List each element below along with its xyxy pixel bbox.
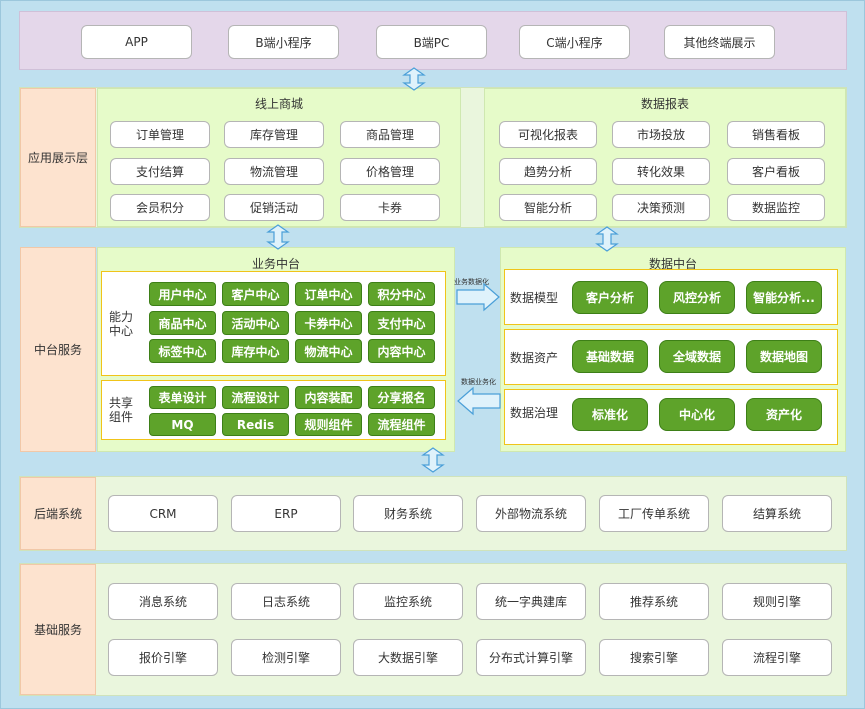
shared-process-design: 流程设计 [222, 386, 289, 409]
backend-erp: ERP [231, 495, 341, 532]
shared-components-label: 共享 组件 [104, 386, 138, 434]
asset-global-data: 全域数据 [659, 340, 735, 373]
foundation-rule-engine: 规则引擎 [722, 583, 832, 620]
foundation-bigdata-engine: 大数据引擎 [353, 639, 463, 676]
foundation-search-engine: 搜索引擎 [599, 639, 709, 676]
foundation-quote-engine: 报价引擎 [108, 639, 218, 676]
terminal-c-miniprogram: C端小程序 [519, 25, 630, 59]
shared-content-assembly: 内容装配 [295, 386, 362, 409]
report-visualization: 可视化报表 [499, 121, 597, 148]
terminal-app: APP [81, 25, 192, 59]
model-risk-analysis: 风控分析 [659, 281, 735, 314]
shared-form-design: 表单设计 [149, 386, 216, 409]
shared-rule-component: 规则组件 [295, 413, 362, 436]
backend-finance: 财务系统 [353, 495, 463, 532]
mall-logistics-management: 物流管理 [224, 158, 324, 185]
foundation-detection-engine: 检测引擎 [231, 639, 341, 676]
mall-inventory-management: 库存管理 [224, 121, 324, 148]
foundation-process-engine: 流程引擎 [722, 639, 832, 676]
arrow-business-to-data [456, 282, 500, 312]
data-model-label: 数据模型 [510, 290, 559, 305]
mall-member-points: 会员积分 [110, 194, 210, 221]
cap-tag-center: 标签中心 [149, 339, 216, 363]
foundation-recommend: 推荐系统 [599, 583, 709, 620]
cap-order-center: 订单中心 [295, 282, 362, 306]
cap-logistics-center: 物流中心 [295, 339, 362, 363]
report-smart-analysis: 智能分析 [499, 194, 597, 221]
model-smart-analysis: 智能分析... [746, 281, 822, 314]
governance-standardize: 标准化 [572, 398, 648, 431]
asset-basic-data: 基础数据 [572, 340, 648, 373]
arrow-terminals-presentation [402, 67, 426, 91]
backend-crm: CRM [108, 495, 218, 532]
flow-label-data-to-business: 数据业务化 [461, 378, 496, 386]
cap-inventory-center: 库存中心 [222, 339, 289, 363]
arrow-mall-business [266, 224, 290, 250]
shared-mq: MQ [149, 413, 216, 436]
cap-activity-center: 活动中心 [222, 311, 289, 335]
governance-centralize: 中心化 [659, 398, 735, 431]
mall-coupon: 卡券 [340, 194, 440, 221]
shared-process-component: 流程组件 [368, 413, 435, 436]
mall-product-management: 商品管理 [340, 121, 440, 148]
backend-external-logistics: 外部物流系统 [476, 495, 586, 532]
cap-payment-center: 支付中心 [368, 311, 435, 335]
shared-redis: Redis [222, 413, 289, 436]
mall-price-management: 价格管理 [340, 158, 440, 185]
shared-components-label-text: 共享 组件 [108, 396, 133, 424]
cap-customer-center: 客户中心 [222, 282, 289, 306]
report-decision-forecast: 决策预测 [612, 194, 710, 221]
business-platform-title: 业务中台 [251, 257, 300, 271]
terminal-b-pc: B端PC [376, 25, 487, 59]
middle-layer-label: 中台服务 [20, 247, 96, 452]
report-trend-analysis: 趋势分析 [499, 158, 597, 185]
report-sales-board: 销售看板 [727, 121, 825, 148]
cap-product-center: 商品中心 [149, 311, 216, 335]
report-conversion: 转化效果 [612, 158, 710, 185]
governance-assetize: 资产化 [746, 398, 822, 431]
foundation-monitor: 监控系统 [353, 583, 463, 620]
cap-content-center: 内容中心 [368, 339, 435, 363]
data-report-title: 数据报表 [640, 97, 689, 111]
asset-data-map: 数据地图 [746, 340, 822, 373]
backend-settlement: 结算系统 [722, 495, 832, 532]
report-market-placement: 市场投放 [612, 121, 710, 148]
arrow-middle-backend [421, 447, 445, 473]
mall-promotion: 促销活动 [224, 194, 324, 221]
model-customer-analysis: 客户分析 [572, 281, 648, 314]
mall-order-management: 订单管理 [110, 121, 210, 148]
report-customer-board: 客户看板 [727, 158, 825, 185]
cap-coupon-center: 卡券中心 [295, 311, 362, 335]
backend-layer-label: 后端系统 [20, 477, 96, 550]
terminal-b-miniprogram: B端小程序 [228, 25, 339, 59]
capability-center-label: 能力 中心 [104, 296, 138, 351]
cap-points-center: 积分中心 [368, 282, 435, 306]
architecture-diagram: APP B端小程序 B端PC C端小程序 其他终端展示 应用展示层 线上商城 订… [0, 0, 865, 709]
mall-payment-settlement: 支付结算 [110, 158, 210, 185]
foundation-layer-label: 基础服务 [20, 564, 96, 695]
foundation-dictionary: 统一字典建库 [476, 583, 586, 620]
capability-center-label-text: 能力 中心 [108, 309, 133, 338]
data-governance-label: 数据治理 [510, 405, 559, 420]
shared-share-register: 分享报名 [368, 386, 435, 409]
foundation-log: 日志系统 [231, 583, 341, 620]
cap-user-center: 用户中心 [149, 282, 216, 306]
foundation-message: 消息系统 [108, 583, 218, 620]
arrow-report-data [595, 226, 619, 252]
foundation-distributed-engine: 分布式计算引擎 [476, 639, 586, 676]
arrow-data-to-business [457, 386, 501, 416]
report-data-monitoring: 数据监控 [727, 194, 825, 221]
terminal-other: 其他终端展示 [664, 25, 775, 59]
backend-factory-order: 工厂传单系统 [599, 495, 709, 532]
presentation-layer-label: 应用展示层 [20, 88, 96, 227]
online-mall-title: 线上商城 [254, 97, 303, 111]
data-asset-label: 数据资产 [510, 350, 559, 365]
